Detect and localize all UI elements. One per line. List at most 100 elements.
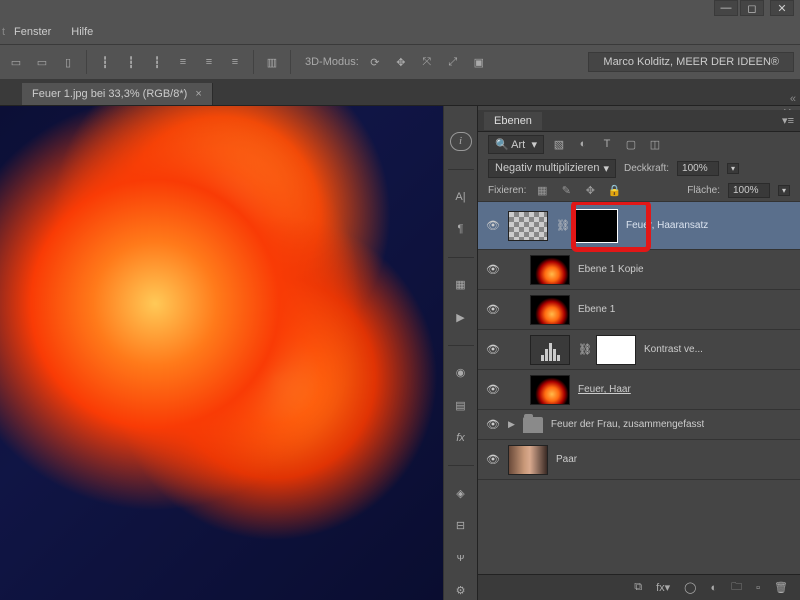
visibility-icon[interactable]: 👁 [486, 453, 500, 466]
layer-row[interactable]: 👁 Ebene 1 [478, 290, 800, 330]
document-tab-title: Feuer 1.jpg bei 33,3% (RGB/8*) [32, 88, 187, 100]
filter-adjust-icon[interactable]: ◐ [574, 135, 592, 153]
visibility-icon[interactable]: 👁 [486, 343, 500, 356]
layer-row[interactable]: 👁 Paar [478, 440, 800, 480]
adjustment-icon[interactable] [530, 335, 570, 365]
align-icon[interactable]: ▭ [6, 52, 26, 72]
expand-group-icon[interactable]: ▶ [508, 419, 515, 430]
layer-row[interactable]: 👁 ⛓ Feuer, Haaransatz [478, 202, 800, 250]
lock-brush-icon[interactable]: ✎ [558, 184, 574, 198]
workspace-switcher[interactable]: Marco Kolditz, MEER DER IDEEN® [588, 52, 794, 72]
distribute-icon[interactable]: ≡ [199, 52, 219, 72]
character-icon[interactable]: A| [450, 188, 472, 207]
delete-layer-icon[interactable]: 🗑 [774, 581, 788, 594]
fill-label: Fläche: [687, 185, 720, 196]
filter-kind-dropdown[interactable]: 🔍 Art▾ [488, 135, 544, 154]
layer-mask-thumbnail[interactable] [574, 209, 618, 243]
link-layers-icon[interactable]: ⧉ [634, 581, 642, 594]
layer-thumbnail[interactable] [530, 255, 570, 285]
opacity-label: Deckkraft: [624, 163, 669, 174]
new-group-icon[interactable]: 🗀 [731, 578, 742, 597]
layer-name[interactable]: Kontrast ve... [644, 344, 703, 355]
lock-all-icon[interactable]: 🔒 [606, 184, 622, 198]
layer-thumbnail[interactable] [530, 375, 570, 405]
panel-menu-icon[interactable]: ▾≡ [776, 114, 800, 127]
visibility-icon[interactable]: 👁 [486, 263, 500, 276]
distribute-icon[interactable]: ≡ [225, 52, 245, 72]
layer-row[interactable]: 👁 ⛓ Kontrast ve... [478, 330, 800, 370]
styles-icon[interactable]: fx [450, 429, 472, 448]
actions-icon[interactable]: ▶ [450, 308, 472, 327]
distribute-icon[interactable]: ≡ [173, 52, 193, 72]
layer-filter-row: 🔍 Art▾ ▧ ◐ T ▢ ◫ [478, 132, 800, 156]
opacity-flyout-icon[interactable]: ▾ [727, 163, 739, 174]
menu-hilfe[interactable]: Hilfe [61, 22, 103, 42]
maximize-button[interactable]: ◻ [740, 0, 764, 16]
layer-name[interactable]: Feuer, Haar [578, 384, 631, 395]
layer-name[interactable]: Feuer, Haaransatz [626, 220, 708, 231]
close-window-button[interactable]: ✕ [770, 0, 794, 16]
canvas-area[interactable] [0, 106, 443, 600]
swatches-icon[interactable]: ◉ [450, 364, 472, 383]
fire-image [0, 106, 443, 600]
link-mask-icon[interactable]: ⛓ [556, 219, 566, 232]
filter-pixel-icon[interactable]: ▧ [550, 135, 568, 153]
lock-position-icon[interactable]: ✥ [582, 184, 598, 198]
add-mask-icon[interactable]: ◯ [684, 581, 696, 594]
link-mask-icon[interactable]: ⛓ [578, 343, 588, 356]
layer-thumbnail[interactable] [508, 211, 548, 241]
pan-icon[interactable]: ✥ [391, 52, 411, 72]
fill-input[interactable]: 100% [728, 183, 770, 198]
layers-dock-icon[interactable]: ▦ [450, 276, 472, 295]
histogram-icon[interactable]: ⊟ [450, 516, 472, 535]
info-icon[interactable]: i [450, 132, 472, 151]
document-tab[interactable]: Feuer 1.jpg bei 33,3% (RGB/8*) × [22, 83, 213, 105]
blend-mode-dropdown[interactable]: Negativ multiplizieren▾ [488, 159, 616, 178]
layer-name[interactable]: Paar [556, 454, 577, 465]
distribute-icon[interactable]: ┇ [121, 52, 141, 72]
orbit-icon[interactable]: ⟳ [365, 52, 385, 72]
visibility-icon[interactable]: 👁 [486, 418, 500, 431]
camera-icon[interactable]: ▣ [469, 52, 489, 72]
collapse-panels-icon[interactable]: « [786, 93, 800, 105]
visibility-icon[interactable]: 👁 [486, 383, 500, 396]
filter-type-icon[interactable]: T [598, 135, 616, 153]
layer-name[interactable]: Ebene 1 [578, 304, 615, 315]
brush-icon[interactable]: ᴪ [450, 549, 472, 568]
scale-icon[interactable]: ⤢ [443, 52, 463, 72]
distribute-icon[interactable]: ┇ [95, 52, 115, 72]
layer-row[interactable]: 👁 Feuer, Haar [478, 370, 800, 410]
minimize-button[interactable]: — [714, 0, 738, 16]
navigator-icon[interactable]: ◈ [450, 484, 472, 503]
close-tab-icon[interactable]: × [195, 88, 201, 100]
gear-icon[interactable]: ⚙ [450, 582, 472, 600]
align-icon[interactable]: ▯ [58, 52, 78, 72]
layer-name[interactable]: Ebene 1 Kopie [578, 264, 644, 275]
layer-group-row[interactable]: 👁 ▶ Feuer der Frau, zusammengefasst [478, 410, 800, 440]
move-icon[interactable]: ⤧ [417, 52, 437, 72]
layer-fx-icon[interactable]: fx▾ [656, 581, 670, 594]
layer-name[interactable]: Feuer der Frau, zusammengefasst [551, 419, 704, 430]
layer-mask-thumbnail[interactable] [596, 335, 636, 365]
fill-flyout-icon[interactable]: ▾ [778, 185, 790, 196]
menu-fenster[interactable]: Fenster [4, 22, 61, 42]
layer-thumbnail[interactable] [508, 445, 548, 475]
layers-tab[interactable]: Ebenen [484, 112, 542, 130]
menu-bar: t Fenster Hilfe [0, 20, 800, 44]
paragraph-icon[interactable]: ¶ [450, 220, 472, 239]
new-layer-icon[interactable]: ▫ [756, 582, 760, 594]
layer-row[interactable]: 👁 Ebene 1 Kopie [478, 250, 800, 290]
visibility-icon[interactable]: 👁 [486, 303, 500, 316]
layer-list: 👁 ⛓ Feuer, Haaransatz 👁 Ebene 1 Kopie 👁 … [478, 202, 800, 574]
color-icon[interactable]: ▤ [450, 396, 472, 415]
lock-transparency-icon[interactable]: ▦ [534, 184, 550, 198]
layer-thumbnail[interactable] [530, 295, 570, 325]
align-icon[interactable]: ▭ [32, 52, 52, 72]
distribute-icon[interactable]: ┇ [147, 52, 167, 72]
filter-shape-icon[interactable]: ▢ [622, 135, 640, 153]
new-adjustment-icon[interactable]: ◐ [710, 582, 717, 594]
opacity-input[interactable]: 100% [677, 161, 719, 176]
visibility-icon[interactable]: 👁 [486, 219, 500, 232]
arrange-icon[interactable]: ▥ [262, 52, 282, 72]
filter-smart-icon[interactable]: ◫ [646, 135, 664, 153]
